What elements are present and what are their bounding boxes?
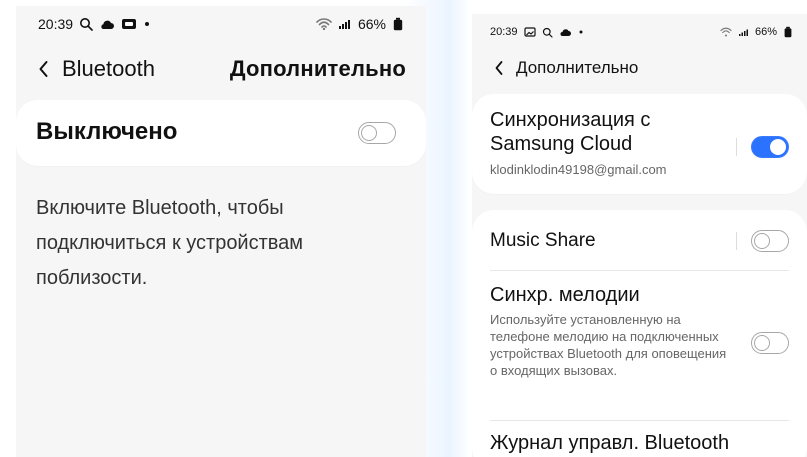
toggle-knob bbox=[754, 233, 770, 249]
samsung-cloud-row[interactable]: Синхронизация с Samsung Cloud klodinklod… bbox=[490, 108, 789, 177]
sync-ringtone-description: Используйте установленную на телефоне ме… bbox=[490, 312, 727, 378]
battery-icon bbox=[392, 17, 404, 31]
sync-ringtone-text: Синхр. мелодии Используйте установленную… bbox=[490, 284, 735, 379]
samsung-cloud-account: klodinklodin49198@gmail.com bbox=[490, 162, 667, 177]
gallery-icon bbox=[523, 27, 536, 37]
sync-ringtone-toggle[interactable] bbox=[751, 332, 789, 354]
right-nav: Дополнительно bbox=[472, 58, 807, 78]
music-share-separator bbox=[736, 232, 737, 250]
bluetooth-toggle-card[interactable]: Выключено bbox=[16, 100, 426, 166]
samsung-cloud-card[interactable]: Синхронизация с Samsung Cloud klodinklod… bbox=[472, 94, 807, 194]
back-button-right[interactable]: Дополнительно bbox=[492, 58, 638, 78]
sync-ringtone-row[interactable]: Синхр. мелодии Используйте установленную… bbox=[490, 284, 789, 379]
music-share-toggle[interactable] bbox=[751, 230, 789, 252]
bluetooth-toggle[interactable] bbox=[358, 122, 396, 144]
search-icon bbox=[79, 17, 93, 31]
wifi-icon bbox=[316, 18, 332, 30]
bluetooth-control-history-row[interactable]: Журнал управл. Bluetooth bbox=[490, 432, 789, 455]
music-share-title: Music Share bbox=[490, 230, 596, 251]
bluetooth-status-label: Выключено bbox=[36, 118, 178, 145]
divider-2 bbox=[490, 420, 789, 421]
back-button[interactable]: Bluetooth bbox=[36, 56, 155, 82]
toggle-knob bbox=[770, 139, 786, 155]
music-share-row[interactable]: Music Share bbox=[490, 230, 789, 252]
status-time-left: 20:39 bbox=[38, 16, 74, 32]
samsung-cloud-separator bbox=[736, 138, 737, 156]
bluetooth-control-history-title: Журнал управл. Bluetooth bbox=[490, 432, 730, 454]
right-screen: 20:39 66% Дополнительно Синхронизация с … bbox=[472, 14, 807, 457]
screenshot-canvas: 20:39 66% Bluetooth Дополнительно Выключ… bbox=[0, 0, 807, 457]
bluetooth-extra-settings-card: Music Share Синхр. мелодии Используйте у… bbox=[472, 210, 807, 457]
nav-title-advanced: Дополнительно bbox=[516, 58, 639, 77]
divider-1 bbox=[490, 270, 789, 271]
battery-percent-left: 66% bbox=[357, 16, 386, 32]
toggle-knob bbox=[361, 125, 377, 141]
dot-icon bbox=[578, 29, 584, 35]
status-bar-left: 20:39 66% bbox=[16, 16, 426, 32]
status-left-group: 20:39 bbox=[38, 16, 151, 32]
left-nav: Bluetooth Дополнительно bbox=[16, 56, 426, 82]
status-time-right: 20:39 bbox=[490, 26, 518, 38]
dot-icon bbox=[143, 20, 151, 28]
battery-icon bbox=[783, 26, 793, 38]
status-right-group-right: 66% bbox=[720, 26, 793, 38]
status-bar-right: 20:39 66% bbox=[472, 26, 807, 38]
cloud-icon bbox=[99, 18, 115, 30]
signal-icon bbox=[738, 27, 749, 37]
sync-ringtone-title: Синхр. мелодии bbox=[490, 284, 640, 306]
battery-percent-right: 66% bbox=[754, 26, 777, 38]
samsung-cloud-title: Синхронизация с Samsung Cloud bbox=[490, 109, 651, 155]
samsung-cloud-text: Синхронизация с Samsung Cloud klodinklod… bbox=[490, 108, 789, 177]
cloud-icon bbox=[559, 28, 572, 37]
back-chevron-icon bbox=[492, 60, 506, 76]
status-right-group: 66% bbox=[316, 16, 404, 32]
more-button[interactable]: Дополнительно bbox=[230, 56, 406, 82]
left-screen: 20:39 66% Bluetooth Дополнительно Выключ… bbox=[16, 6, 426, 457]
bluetooth-help-text: Включите Bluetooth, чтобы подключиться к… bbox=[36, 197, 304, 289]
search-icon bbox=[542, 27, 553, 38]
nav-title-bluetooth: Bluetooth bbox=[62, 56, 155, 81]
status-left-group-right: 20:39 bbox=[490, 26, 584, 38]
wifi-icon bbox=[720, 27, 732, 37]
back-chevron-icon bbox=[36, 60, 52, 78]
samsung-cloud-toggle[interactable] bbox=[751, 136, 789, 158]
toggle-knob bbox=[754, 335, 770, 351]
screen-icon bbox=[121, 18, 137, 30]
signal-icon bbox=[338, 18, 352, 30]
